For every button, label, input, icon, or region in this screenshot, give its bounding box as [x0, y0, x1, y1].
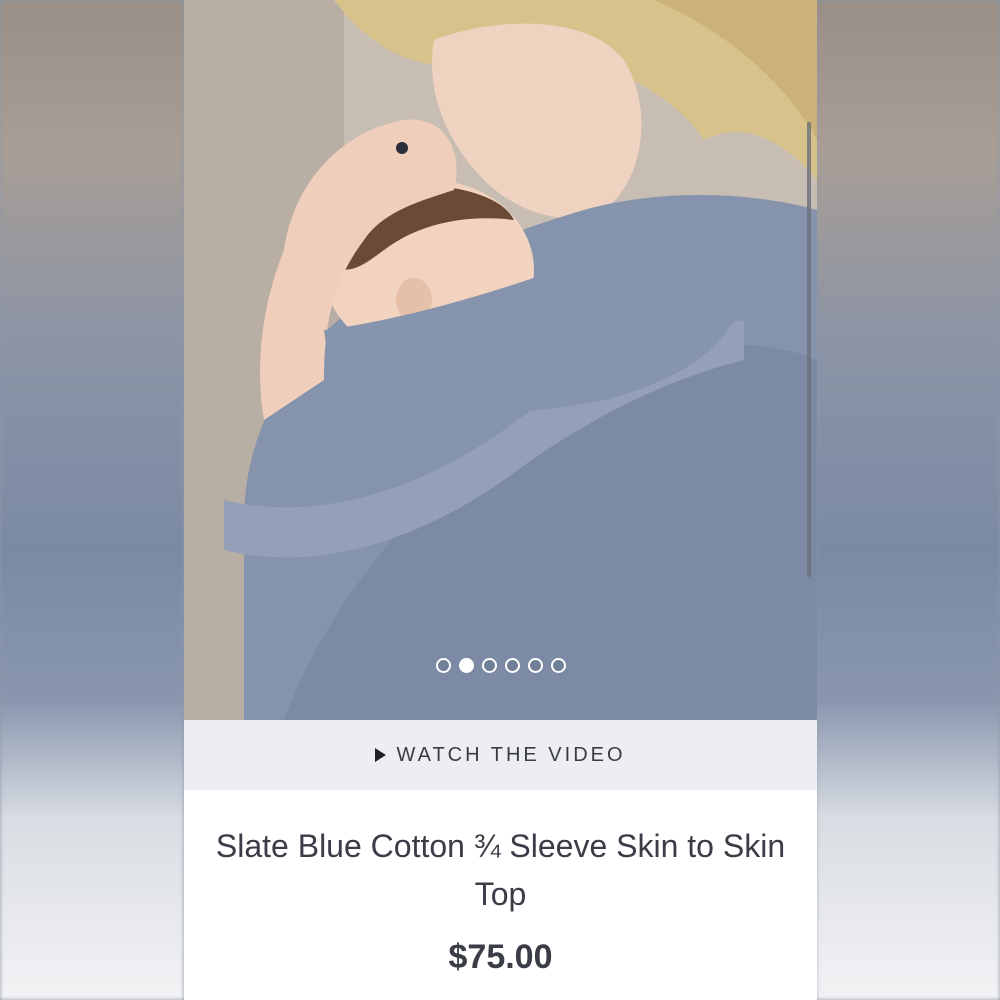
product-photo-illustration [184, 0, 817, 720]
carousel-dot[interactable] [435, 658, 451, 673]
product-title: Slate Blue Cotton ¾ Sleeve Skin to Skin … [215, 828, 786, 912]
product-price: $75.00 [448, 938, 553, 976]
carousel-dot[interactable] [504, 658, 520, 673]
play-icon [375, 748, 387, 762]
carousel-dots [184, 658, 817, 673]
product-image[interactable] [184, 0, 817, 720]
blurred-backdrop-left [0, 0, 184, 1000]
product-page: WATCH THE VIDEO Slate Blue Cotton ¾ Slee… [184, 0, 817, 1000]
carousel-dot[interactable] [527, 658, 543, 673]
carousel-dot[interactable] [550, 658, 566, 673]
image-scrollbar[interactable] [807, 122, 811, 577]
blurred-backdrop-right [816, 0, 1000, 1000]
watch-video-button[interactable]: WATCH THE VIDEO [184, 720, 817, 790]
watch-video-label: WATCH THE VIDEO [396, 743, 626, 766]
carousel-dot-active[interactable] [458, 658, 474, 673]
carousel-dot[interactable] [481, 658, 497, 673]
